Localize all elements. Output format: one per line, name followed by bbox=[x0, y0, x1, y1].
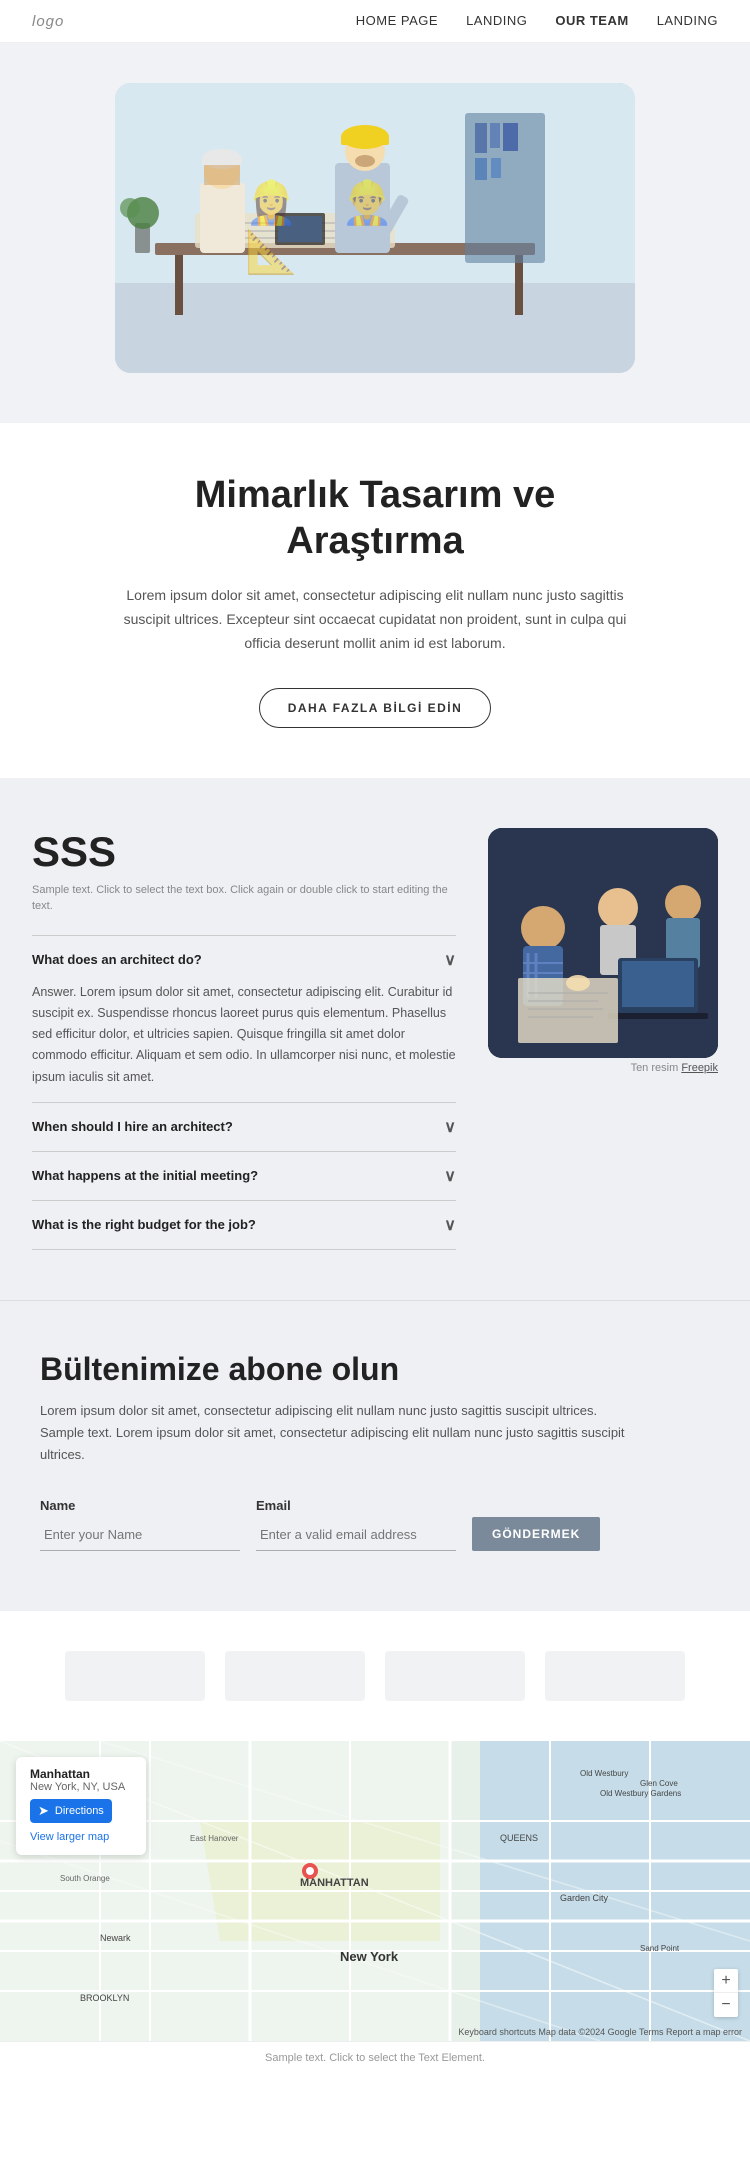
svg-text:Newark: Newark bbox=[100, 1933, 131, 1943]
faq-chevron-4: ∨ bbox=[444, 1215, 456, 1235]
newsletter-description: Lorem ipsum dolor sit amet, consectetur … bbox=[40, 1400, 640, 1466]
faq-question-2[interactable]: When should I hire an architect? ∨ bbox=[32, 1117, 456, 1137]
logos-row bbox=[32, 1651, 718, 1701]
footer-note: Sample text. Click to select the Text El… bbox=[0, 2041, 750, 2074]
svg-text:Sand Point: Sand Point bbox=[640, 1944, 680, 1953]
map-city: Manhattan bbox=[30, 1767, 132, 1781]
name-group: Name bbox=[40, 1498, 240, 1551]
faq-question-4[interactable]: What is the right budget for the job? ∨ bbox=[32, 1215, 456, 1235]
faq-left-panel: SSS Sample text. Click to select the tex… bbox=[32, 828, 456, 1250]
svg-text:Old Westbury: Old Westbury bbox=[580, 1769, 628, 1778]
zoom-in-button[interactable]: + bbox=[714, 1969, 738, 1993]
hero-image-placeholder bbox=[115, 83, 635, 373]
faq-image-credit: Ten resim Freepik bbox=[488, 1062, 718, 1074]
faq-item-3: What happens at the initial meeting? ∨ bbox=[32, 1151, 456, 1200]
logo: logo bbox=[32, 13, 64, 30]
email-label: Email bbox=[256, 1498, 456, 1513]
svg-text:Garden City: Garden City bbox=[560, 1893, 609, 1903]
svg-text:BROOKLYN: BROOKLYN bbox=[80, 1993, 129, 2003]
cta-button[interactable]: DAHA FAZLA BİLGİ EDİN bbox=[259, 688, 492, 728]
logo-box-4 bbox=[545, 1651, 685, 1701]
navbar: logo HOME PAGE LANDING OUR TEAM LANDING bbox=[0, 0, 750, 43]
logo-box-1 bbox=[65, 1651, 205, 1701]
faq-right-panel: Ten resim Freepik bbox=[488, 828, 718, 1074]
email-input[interactable] bbox=[256, 1519, 456, 1551]
map-address: New York, NY, USA bbox=[30, 1781, 132, 1793]
newsletter-title: Bültenimize abone olun bbox=[40, 1351, 710, 1388]
nav-item-landing1[interactable]: LANDING bbox=[466, 12, 527, 30]
logo-box-3 bbox=[385, 1651, 525, 1701]
newsletter-form: Name Email GÖNDERMEK bbox=[40, 1498, 710, 1551]
svg-text:South Orange: South Orange bbox=[60, 1874, 110, 1883]
faq-image bbox=[488, 828, 718, 1058]
newsletter-section: Bültenimize abone olun Lorem ipsum dolor… bbox=[0, 1300, 750, 1611]
view-larger-link[interactable]: View larger map bbox=[30, 1831, 109, 1843]
faq-item-2: When should I hire an architect? ∨ bbox=[32, 1102, 456, 1151]
name-input[interactable] bbox=[40, 1519, 240, 1551]
map-section: MANHATTAN Newark BROOKLYN New York QUEEN… bbox=[0, 1741, 750, 2041]
nav-item-ourteam[interactable]: OUR TEAM bbox=[555, 12, 628, 30]
faq-answer-1: Answer. Lorem ipsum dolor sit amet, cons… bbox=[32, 982, 456, 1088]
main-section: Mimarlık Tasarım ve Araştırma Lorem ipsu… bbox=[0, 423, 750, 778]
hero-section bbox=[0, 43, 750, 423]
svg-text:East Hanover: East Hanover bbox=[190, 1834, 239, 1843]
nav-item-homepage[interactable]: HOME PAGE bbox=[356, 12, 438, 30]
faq-item-4: What is the right budget for the job? ∨ bbox=[32, 1200, 456, 1250]
name-label: Name bbox=[40, 1498, 240, 1513]
logos-section bbox=[0, 1611, 750, 1741]
main-title: Mimarlık Tasarım ve Araştırma bbox=[120, 473, 630, 564]
submit-button[interactable]: GÖNDERMEK bbox=[472, 1517, 600, 1551]
zoom-out-button[interactable]: − bbox=[714, 1993, 738, 2017]
hero-image bbox=[115, 83, 635, 373]
main-description: Lorem ipsum dolor sit amet, consectetur … bbox=[120, 584, 630, 655]
faq-item-1: What does an architect do? ∨ Answer. Lor… bbox=[32, 935, 456, 1102]
svg-text:New York: New York bbox=[340, 1949, 399, 1964]
faq-chevron-1: ∨ bbox=[444, 950, 456, 970]
logo-box-2 bbox=[225, 1651, 365, 1701]
map-attribution: Keyboard shortcuts Map data ©2024 Google… bbox=[458, 2027, 742, 2037]
directions-icon: ➤ bbox=[38, 1803, 49, 1819]
nav-links: HOME PAGE LANDING OUR TEAM LANDING bbox=[356, 12, 718, 30]
faq-chevron-3: ∨ bbox=[444, 1166, 456, 1186]
directions-button[interactable]: ➤ Directions bbox=[30, 1799, 112, 1823]
svg-text:Glen Cove: Glen Cove bbox=[640, 1779, 678, 1788]
faq-chevron-2: ∨ bbox=[444, 1117, 456, 1137]
faq-section: SSS Sample text. Click to select the tex… bbox=[0, 778, 750, 1300]
map-background: MANHATTAN Newark BROOKLYN New York QUEEN… bbox=[0, 1741, 750, 2041]
nav-item-landing2[interactable]: LANDING bbox=[657, 12, 718, 30]
faq-question-3[interactable]: What happens at the initial meeting? ∨ bbox=[32, 1166, 456, 1186]
faq-subtitle: Sample text. Click to select the text bo… bbox=[32, 882, 456, 915]
faq-title: SSS bbox=[32, 828, 456, 876]
map-zoom-controls: + − bbox=[714, 1969, 738, 2017]
faq-question-1[interactable]: What does an architect do? ∨ bbox=[32, 950, 456, 970]
email-group: Email bbox=[256, 1498, 456, 1551]
svg-text:QUEENS: QUEENS bbox=[500, 1833, 538, 1843]
map-info-card: Manhattan New York, NY, USA ➤ Directions… bbox=[16, 1757, 146, 1855]
svg-text:Old Westbury Gardens: Old Westbury Gardens bbox=[600, 1789, 681, 1798]
